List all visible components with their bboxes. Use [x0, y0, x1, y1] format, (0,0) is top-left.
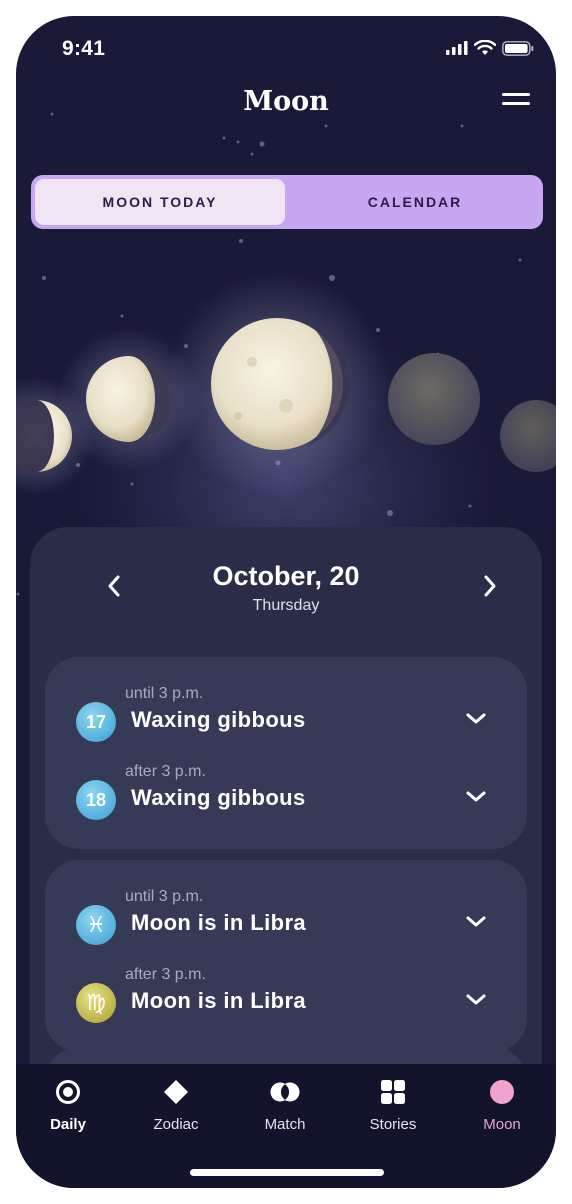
sign-time-label: until 3 p.m.	[125, 888, 204, 905]
signal-icon	[446, 41, 468, 55]
status-bar: 9:41	[16, 16, 556, 80]
sign-row-until[interactable]: until 3 p.m. ♓ Moon is in Libra	[45, 888, 527, 958]
tab-calendar[interactable]: CALENDAR	[287, 175, 543, 229]
home-indicator[interactable]	[190, 1169, 384, 1176]
next-day-chevron-icon[interactable]	[474, 571, 504, 601]
tab-daily[interactable]: Daily	[18, 1078, 118, 1133]
phase-row-until[interactable]: until 3 p.m. 17 Waxing gibbous	[45, 685, 527, 755]
moon-phase-current[interactable]	[165, 272, 389, 496]
phase-row-after[interactable]: after 3 p.m. 18 Waxing gibbous	[45, 763, 527, 833]
zodiac-icon	[164, 1080, 188, 1104]
menu-button[interactable]	[502, 93, 530, 113]
date-navigator: October, 20 Thursday	[30, 527, 542, 637]
sign-row-after[interactable]: after 3 p.m. ♍ Moon is in Libra	[45, 966, 527, 1036]
tab-moon-today[interactable]: MOON TODAY	[35, 179, 285, 225]
match-icon	[270, 1082, 300, 1102]
sign-name: Moon is in Libra	[131, 988, 307, 1013]
sign-name: Moon is in Libra	[131, 910, 307, 935]
virgo-icon: ♍	[76, 983, 116, 1023]
moon-phase-next1[interactable]	[388, 353, 480, 445]
page-title: Moon	[243, 86, 329, 117]
tab-label: Daily	[50, 1116, 86, 1133]
view-segmented-control: MOON TODAY CALENDAR	[31, 175, 543, 229]
moon-sign-group: until 3 p.m. ♓ Moon is in Libra after 3 …	[45, 860, 527, 1052]
expand-chevron-down-icon[interactable]	[465, 914, 487, 930]
status-icons	[446, 40, 534, 56]
tab-label: Moon	[483, 1116, 521, 1133]
moon-phases-carousel[interactable]	[16, 266, 556, 526]
daily-icon	[56, 1080, 80, 1104]
phase-name: Waxing gibbous	[131, 785, 306, 810]
stories-icon	[381, 1080, 405, 1104]
moon-phase-group: until 3 p.m. 17 Waxing gibbous after 3 p…	[45, 657, 527, 849]
moon-day-badge: 18	[76, 780, 116, 820]
app-screen: 9:41 Moon MOON TODAY CALENDAR October, 2…	[16, 16, 556, 1188]
expand-chevron-down-icon[interactable]	[465, 711, 487, 727]
pisces-icon: ♓	[76, 905, 116, 945]
tab-moon[interactable]: Moon	[452, 1078, 552, 1133]
moon-icon	[490, 1080, 514, 1104]
wifi-icon	[474, 40, 496, 55]
tab-match[interactable]: Match	[235, 1078, 335, 1133]
tab-label: Stories	[369, 1116, 417, 1133]
tab-zodiac[interactable]: Zodiac	[126, 1078, 226, 1133]
phase-name: Waxing gibbous	[131, 707, 306, 732]
moon-day-badge: 17	[76, 702, 116, 742]
selected-weekday: Thursday	[252, 597, 320, 614]
tab-label: Match	[264, 1116, 306, 1133]
expand-chevron-down-icon[interactable]	[465, 992, 487, 1008]
battery-icon	[502, 40, 534, 56]
menu-icon	[502, 93, 530, 96]
status-time: 9:41	[62, 37, 106, 60]
tab-stories[interactable]: Stories	[343, 1078, 443, 1133]
phase-time-label: until 3 p.m.	[125, 685, 204, 702]
phase-time-label: after 3 p.m.	[125, 763, 206, 780]
sign-time-label: after 3 p.m.	[125, 966, 206, 983]
moon-phase-next2[interactable]	[500, 400, 556, 472]
tab-label: Zodiac	[153, 1116, 199, 1133]
expand-chevron-down-icon[interactable]	[465, 789, 487, 805]
selected-date: October, 20	[212, 561, 360, 591]
